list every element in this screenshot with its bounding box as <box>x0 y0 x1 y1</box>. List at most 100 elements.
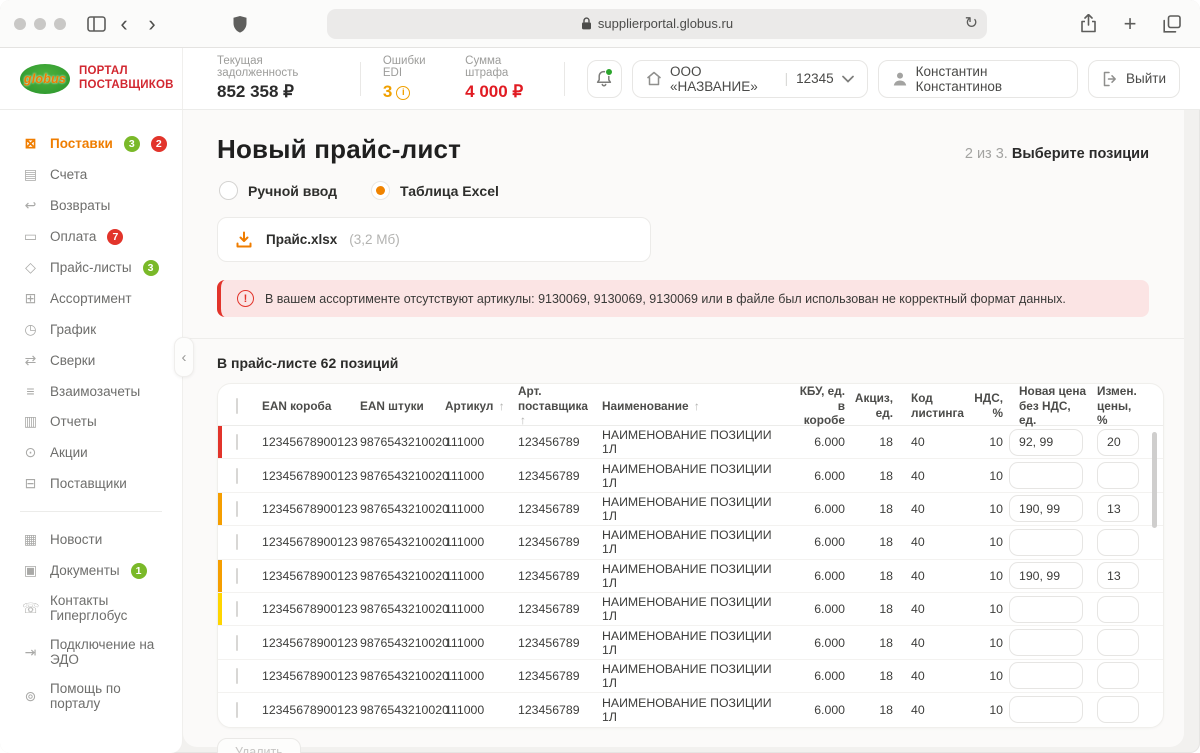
new-tab-icon[interactable]: + <box>1116 10 1144 38</box>
price-change-input[interactable] <box>1097 528 1139 556</box>
logo[interactable]: globus ПОРТАЛ ПОСТАВЩИКОВ <box>0 48 183 109</box>
new-price-input[interactable] <box>1009 562 1083 590</box>
row-checkbox[interactable] <box>236 467 238 484</box>
new-price-input[interactable] <box>1009 696 1083 724</box>
row-checkbox[interactable] <box>236 701 238 718</box>
table-scrollbar[interactable] <box>1152 432 1157 528</box>
chevron-down-icon <box>841 75 854 83</box>
row-checkbox[interactable] <box>236 567 238 584</box>
new-price-input[interactable] <box>1009 662 1083 690</box>
cell-name: НАИМЕНОВАНИЕ ПОЗИЦИИ 1Л <box>602 695 772 724</box>
sidebar-item-помощь-по-порталу[interactable]: ⊚ Помощь по порталу <box>0 674 182 718</box>
sidebar-item-подключение-на-эдо[interactable]: ⇥ Подключение на ЭДО <box>0 630 182 674</box>
new-price-input[interactable] <box>1009 462 1083 490</box>
radio-excel-table[interactable]: Таблица Excel <box>371 181 499 200</box>
sidebar-item-поставки[interactable]: ⊠ Поставки 3 2 <box>0 128 182 159</box>
cell-ean_box: 12345678900123 <box>262 635 358 650</box>
price-change-input[interactable] <box>1097 629 1139 657</box>
price-change-input[interactable] <box>1097 428 1139 456</box>
new-price-input[interactable] <box>1009 629 1083 657</box>
sidebar-item-контакты-гиперглобус[interactable]: ☏ Контакты Гиперглобус <box>0 586 182 630</box>
schedule-icon: ◷ <box>24 321 37 337</box>
logout-button[interactable]: Выйти <box>1088 59 1180 98</box>
sidebar-item-новости[interactable]: ▦ Новости <box>0 524 182 555</box>
edo-connect-icon: ⇥ <box>24 643 37 660</box>
uploaded-file-box[interactable]: Прайс.xlsx (3,2 Мб) <box>217 217 651 262</box>
delete-button[interactable]: Удалить <box>217 737 301 753</box>
sidebar-item-поставщики[interactable]: ⊟ Поставщики <box>0 468 182 499</box>
price-change-input[interactable] <box>1097 495 1139 523</box>
step-indicator: 2 из 3. Выберите позиции <box>964 146 1149 162</box>
new-price-input[interactable] <box>1009 528 1083 556</box>
sidebar-item-акции[interactable]: ⊙ Акции <box>0 437 182 468</box>
sidebar-item-взаимозачеты[interactable]: ≡ Взаимозачеты <box>0 376 182 406</box>
price-change-input[interactable] <box>1097 462 1139 490</box>
cell-supplier_article: 123456789 <box>518 635 580 650</box>
info-icon[interactable]: i <box>396 85 411 100</box>
cell-article: 111000 <box>445 435 485 450</box>
row-checkbox[interactable] <box>236 634 238 651</box>
sidebar: ⊠ Поставки 3 2 ▤ Счета ↩ Возвраты ▭ Оплата 7 ◇ Прайс… <box>0 110 183 753</box>
table-header-row: EAN короба EAN штуки Артикул ↑ Арт. пост… <box>218 384 1163 427</box>
notifications-bell-icon[interactable] <box>586 59 622 98</box>
new-price-input[interactable] <box>1009 495 1083 523</box>
sidebar-toggle-icon[interactable] <box>82 10 110 38</box>
sidebar-item-график[interactable]: ◷ График <box>0 314 182 345</box>
price-change-input[interactable] <box>1097 562 1139 590</box>
row-checkbox[interactable] <box>236 434 238 451</box>
header-stats: Текущая задолженность 852 358 ₽ Ошибки E… <box>183 48 587 109</box>
row-checkbox[interactable] <box>236 667 238 684</box>
sidebar-item-ассортимент[interactable]: ⊞ Ассортимент <box>0 283 182 314</box>
cell-supplier_article: 123456789 <box>518 435 580 450</box>
price-change-input[interactable] <box>1097 595 1139 623</box>
sidebar-item-отчеты[interactable]: ▥ Отчеты <box>0 406 182 437</box>
share-icon[interactable] <box>1074 10 1102 38</box>
cell-ean_box: 12345678900123 <box>262 602 358 617</box>
select-all-checkbox[interactable] <box>236 398 238 415</box>
window-controls[interactable] <box>14 17 66 30</box>
radio-manual-input[interactable]: Ручной ввод <box>219 181 337 200</box>
row-checkbox[interactable] <box>236 534 238 551</box>
sidebar-item-оплата[interactable]: ▭ Оплата 7 <box>0 221 182 252</box>
company-selector[interactable]: ООО «НАЗВАНИЕ» | 12345 <box>631 59 868 98</box>
sidebar-item-сверки[interactable]: ⇄ Сверки <box>0 345 182 376</box>
reload-icon[interactable]: ↻ <box>965 13 978 33</box>
app-header: globus ПОРТАЛ ПОСТАВЩИКОВ Текущая задолж… <box>0 48 1200 110</box>
sidebar-item-счета[interactable]: ▤ Счета <box>0 159 182 190</box>
stat-debt: Текущая задолженность 852 358 ₽ <box>217 55 299 101</box>
sidebar-item-label: Помощь по порталу <box>50 681 121 711</box>
cell-article: 111000 <box>445 635 485 650</box>
sidebar-item-label: Взаимозачеты <box>50 383 141 399</box>
browser-toolbar: ‹ › supplierportal.globus.ru ↻ + <box>0 0 1200 48</box>
cell-article: 111000 <box>445 468 485 483</box>
forward-icon[interactable]: › <box>138 10 166 38</box>
tab-overview-icon[interactable] <box>1158 10 1186 38</box>
sort-asc-icon[interactable]: ↑ <box>694 399 700 413</box>
sidebar-item-возвраты[interactable]: ↩ Возвраты <box>0 190 182 221</box>
back-icon[interactable]: ‹ <box>110 10 138 38</box>
cell-vat: 10 <box>989 468 1003 483</box>
sidebar-collapse-handle[interactable]: ‹ <box>174 337 194 377</box>
home-icon <box>646 71 662 86</box>
price-change-input[interactable] <box>1097 662 1139 690</box>
cell-supplier_article: 123456789 <box>518 568 580 583</box>
row-checkbox[interactable] <box>236 500 238 517</box>
wallet-icon: ▭ <box>23 228 38 244</box>
new-price-input[interactable] <box>1009 595 1083 623</box>
sort-asc-icon[interactable]: ↑ <box>499 399 505 413</box>
error-banner: ! В вашем ассортименте отсутствуют артик… <box>217 280 1149 317</box>
sidebar-item-label: Прайс-листы <box>50 260 132 275</box>
new-price-input[interactable] <box>1009 428 1083 456</box>
address-bar[interactable]: supplierportal.globus.ru ↻ <box>327 8 987 39</box>
cell-listing: 40 <box>911 535 925 550</box>
row-checkbox[interactable] <box>236 601 238 618</box>
cell-ean_box: 12345678900123 <box>262 435 358 450</box>
privacy-shield-icon[interactable] <box>226 10 254 38</box>
download-icon <box>234 230 254 250</box>
table-row: 12345678900123 9876543210020 111000 1234567… <box>218 592 1163 627</box>
sidebar-item-прайс-листы[interactable]: ◇ Прайс-листы 3 <box>0 252 182 283</box>
sidebar-item-документы[interactable]: ▣ Документы 1 <box>0 555 182 586</box>
news-icon: ▦ <box>23 531 38 547</box>
user-menu[interactable]: Константин Константинов <box>877 59 1079 98</box>
price-change-input[interactable] <box>1097 696 1139 724</box>
